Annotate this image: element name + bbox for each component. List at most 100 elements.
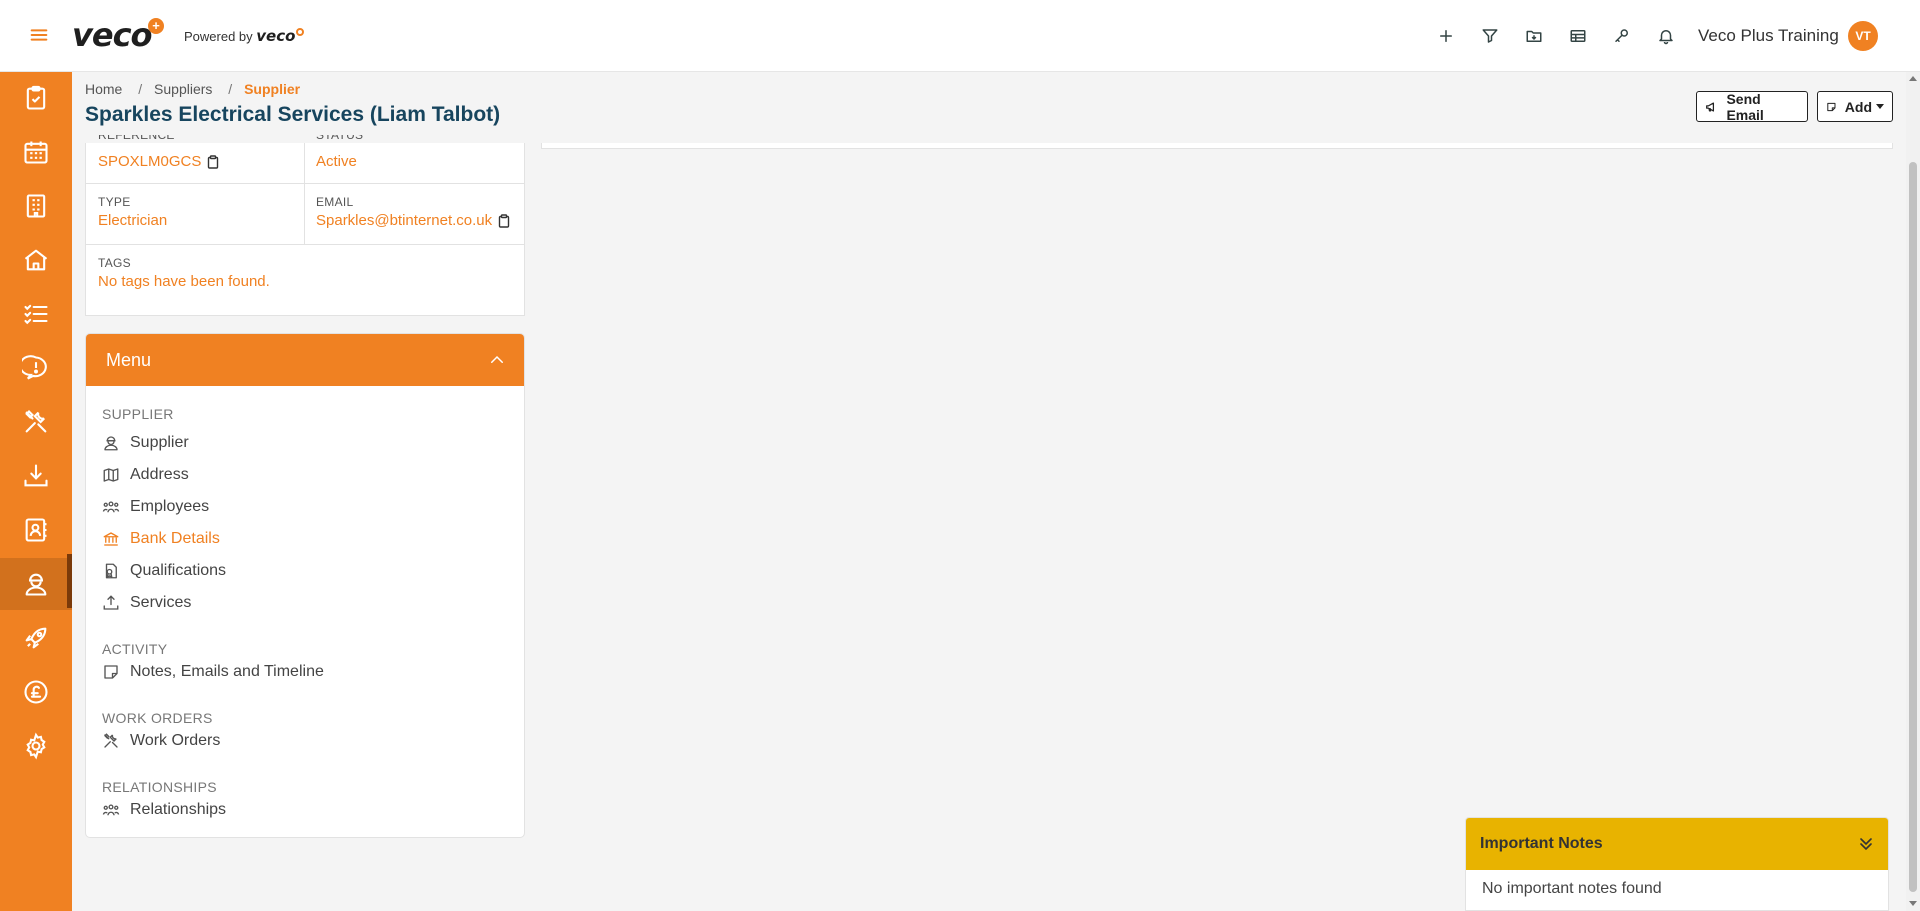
important-notes-title: Important Notes (1480, 835, 1603, 852)
bank-icon (103, 532, 119, 546)
menu-item-work-orders[interactable]: Work Orders (102, 730, 220, 752)
sidebar-active-indicator (67, 554, 72, 608)
reference-label: REFERENCE (98, 135, 175, 142)
sidebar-item-properties[interactable] (0, 234, 72, 286)
important-notes-panel: Important Notes No important notes found (1465, 817, 1889, 911)
rocket-icon (25, 627, 47, 649)
breadcrumb-home[interactable]: Home (85, 81, 122, 97)
breadcrumb: Home / Suppliers / Supplier (85, 81, 304, 97)
breadcrumb-current: Supplier (244, 81, 301, 97)
status-cell: STATUS Active (304, 135, 363, 170)
people-group-icon (102, 501, 120, 513)
contact-book-icon (25, 518, 47, 542)
tools-icon (25, 410, 47, 433)
topbar-actions (1428, 20, 1684, 52)
menu-item-notes[interactable]: Notes, Emails and Timeline (102, 661, 324, 683)
speech-alert-icon (22, 355, 47, 380)
menu-item-label: Services (130, 594, 192, 611)
menu-item-supplier[interactable]: Supplier (102, 432, 189, 454)
important-notes-header[interactable]: Important Notes (1466, 818, 1888, 870)
type-value: Electrician (98, 212, 168, 229)
chevron-up-icon[interactable] (488, 351, 506, 369)
email-value-row: Sparkles@btinternet.co.uk (316, 212, 510, 229)
user-name[interactable]: Veco Plus Training (1698, 26, 1839, 46)
veco-logo-plus: + (148, 18, 164, 34)
scrollbar-thumb[interactable] (1909, 162, 1917, 892)
reference-value: SPOXLM0GCS (98, 153, 202, 170)
people-group-icon (102, 804, 120, 816)
building-icon (26, 194, 46, 218)
download-tray-icon (24, 464, 48, 487)
menu-section-activity: ACTIVITY (102, 641, 168, 657)
menu-item-label: Employees (130, 498, 210, 515)
veco-logo[interactable]: veco (72, 16, 153, 54)
copy-clipboard-icon[interactable] (498, 213, 510, 228)
breadcrumb-separator: / (228, 81, 233, 97)
menu-header[interactable]: Menu (86, 334, 524, 386)
upload-tray-icon (103, 595, 119, 610)
menu-item-relationships[interactable]: Relationships (102, 799, 226, 821)
powered-by-logo: veco (256, 27, 296, 45)
calendar-icon (24, 141, 48, 164)
note-icon (104, 665, 118, 679)
menu-section-work-orders: WORK ORDERS (102, 710, 213, 726)
menu-item-qualifications[interactable]: Qualifications (102, 560, 226, 582)
menu-item-address[interactable]: Address (102, 464, 189, 486)
double-chevron-down-icon[interactable] (1856, 834, 1876, 854)
menu-item-label: Relationships (130, 801, 227, 818)
powered-by-label: Powered by (184, 29, 253, 44)
sidebar-item-buildings[interactable] (0, 180, 72, 232)
sidebar-item-finance[interactable] (0, 666, 72, 718)
note-icon (1827, 102, 1836, 111)
folder-download-icon[interactable] (1516, 20, 1552, 52)
menu-item-label: Work Orders (130, 732, 221, 749)
type-label: TYPE (98, 195, 131, 209)
menu-item-bank-details[interactable]: Bank Details (102, 528, 220, 550)
sidebar-item-downloads[interactable] (0, 450, 72, 502)
breadcrumb-suppliers[interactable]: Suppliers (154, 81, 212, 97)
top-bar: veco + Powered by veco Veco Plus Trainin… (0, 0, 1920, 72)
worker-icon (25, 573, 47, 596)
plus-icon[interactable] (1428, 20, 1464, 52)
important-notes-empty: No important notes found (1482, 880, 1662, 897)
sidebar-item-calendar[interactable] (0, 126, 72, 178)
copy-clipboard-icon[interactable] (207, 154, 219, 169)
scroll-up-arrow-icon[interactable] (1909, 76, 1917, 81)
email-cell: EMAIL Sparkles@btinternet.co.uk (304, 195, 510, 229)
sidebar-item-launch[interactable] (0, 612, 72, 664)
menu-item-services[interactable]: Services (102, 592, 191, 614)
send-email-button[interactable]: Send Email (1696, 90, 1808, 123)
menu-item-employees[interactable]: Employees (102, 496, 209, 518)
wrench-key-icon[interactable] (1604, 20, 1640, 52)
sidebar-item-settings[interactable] (0, 720, 72, 772)
menu-item-label: Notes, Emails and Timeline (130, 663, 324, 680)
menu-title: Menu (106, 349, 152, 370)
sidebar-item-complaints[interactable] (0, 342, 72, 394)
sidebar-item-maintenance[interactable] (0, 396, 72, 448)
filter-icon[interactable] (1472, 20, 1508, 52)
sidebar-item-contacts[interactable] (0, 504, 72, 556)
powered-by: Powered by veco (184, 27, 305, 45)
status-value: Active (316, 153, 357, 170)
bell-icon[interactable] (1648, 20, 1684, 52)
avatar[interactable]: VT (1848, 21, 1878, 51)
menu-card: Menu SUPPLIER Supplier Address Employees… (85, 333, 525, 838)
menu-item-label: Bank Details (130, 530, 220, 547)
tools-icon (104, 733, 118, 748)
add-dropdown-button[interactable]: Add (1817, 91, 1893, 122)
sidebar-item-tasks[interactable] (0, 72, 72, 124)
page-scrollbar[interactable] (1906, 72, 1920, 911)
certificate-icon (105, 563, 117, 579)
divider (86, 244, 524, 245)
worker-icon (104, 436, 118, 451)
sidebar-item-suppliers[interactable] (0, 558, 72, 610)
scroll-down-arrow-icon[interactable] (1909, 901, 1917, 906)
caret-down-icon (1876, 104, 1884, 109)
sidebar-item-checklists[interactable] (0, 288, 72, 340)
table-icon[interactable] (1560, 20, 1596, 52)
settings-gear-icon (26, 732, 46, 760)
send-email-label: Send Email (1726, 90, 1764, 123)
tags-value: No tags have been found. (98, 273, 270, 290)
email-value[interactable]: Sparkles@btinternet.co.uk (316, 212, 492, 229)
hamburger-menu-icon[interactable] (28, 24, 50, 46)
